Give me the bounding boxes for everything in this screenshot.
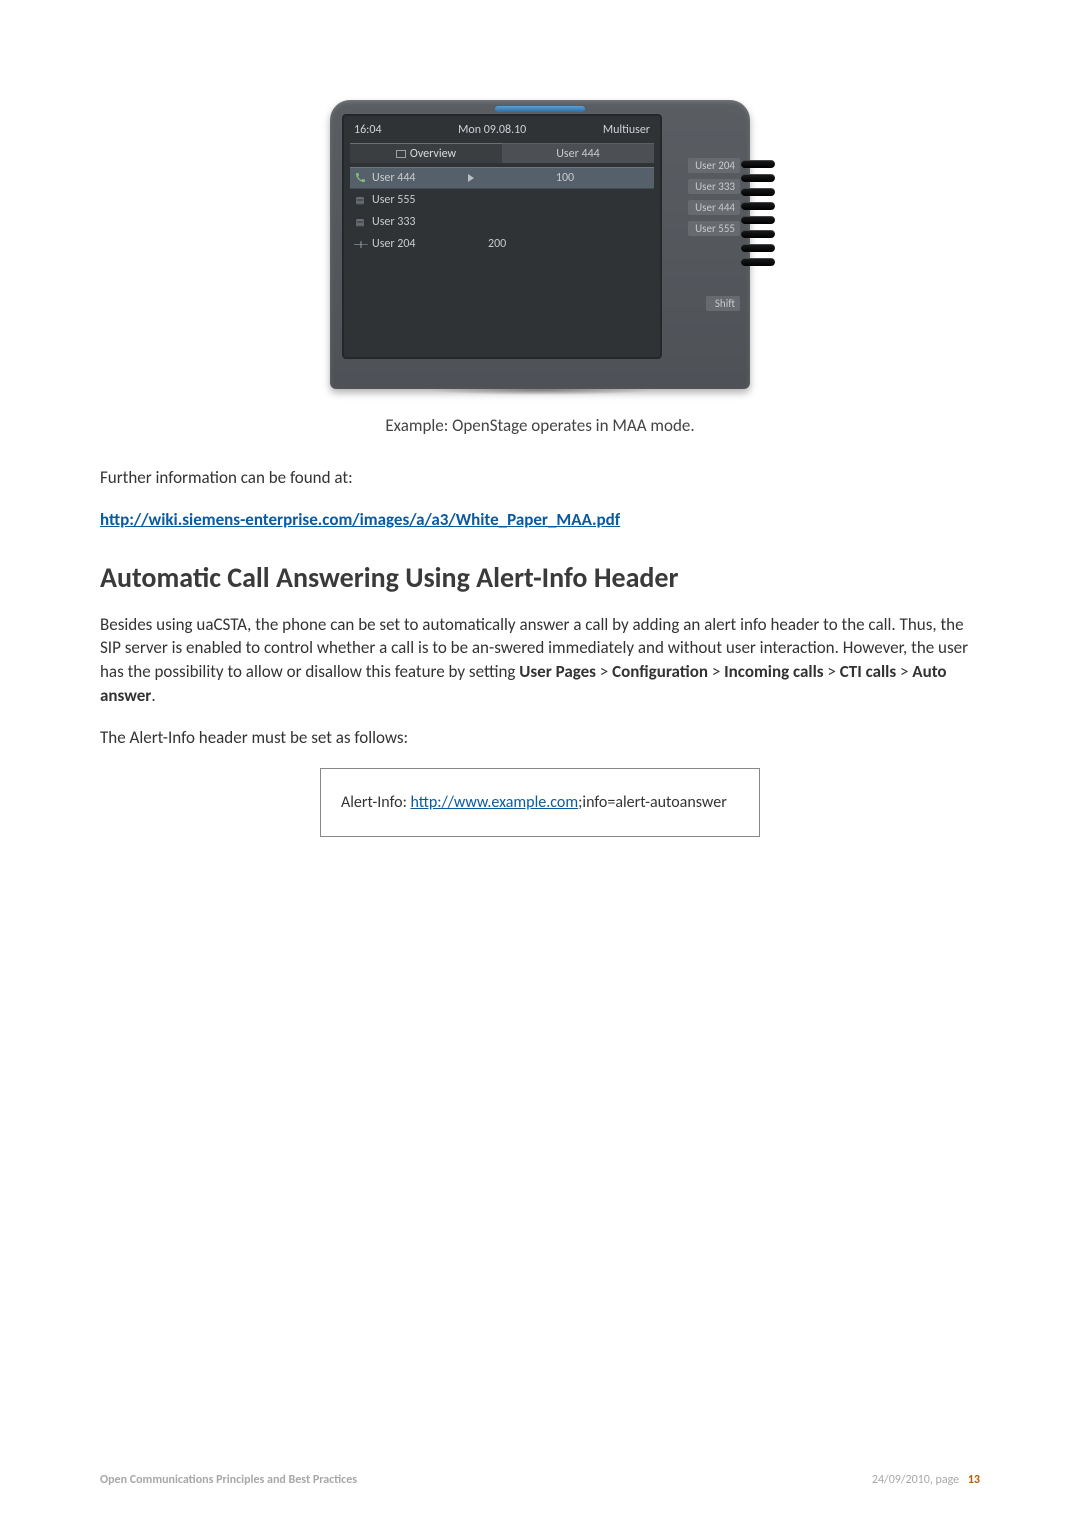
status-time: 16:04 — [354, 123, 382, 137]
status-bar: 16:04 Mon 09.08.10 Multiuser — [350, 121, 654, 143]
softkey-label: User 333 — [688, 179, 740, 194]
paragraph-header-set: The Alert-Info header must be set as fol… — [100, 726, 980, 750]
openstage-phone: 16:04 Mon 09.08.10 Multiuser Overview Us… — [330, 100, 750, 395]
list-row-user444[interactable]: User 444 100 — [350, 167, 654, 189]
alert-info-box: Alert-Info: http://www.example.com;info=… — [320, 768, 760, 837]
whitepaper-link[interactable]: http://wiki.siemens-enterprise.com/image… — [100, 509, 620, 530]
list-row-user333[interactable]: ▤ User 333 — [350, 211, 654, 233]
hardkey[interactable] — [741, 202, 775, 210]
hardkey[interactable] — [741, 244, 775, 252]
arrow-right-icon — [468, 174, 474, 182]
overview-icon — [396, 150, 406, 158]
pause-icon: ⊣⊢ — [354, 238, 366, 251]
hardkey[interactable] — [741, 160, 775, 168]
hardkey[interactable] — [741, 174, 775, 182]
footer-title: Open Communications Principles and Best … — [100, 1473, 357, 1487]
tab-user444[interactable]: User 444 — [502, 143, 654, 163]
softkey-label: User 555 — [688, 221, 740, 236]
list-row-user204[interactable]: ⊣⊢ User 204 200 — [350, 233, 654, 255]
list-icon: ▤ — [354, 217, 366, 228]
softkey-shift: Shift — [706, 296, 740, 311]
section-heading: Automatic Call Answering Using Alert-Inf… — [100, 560, 980, 595]
figure-caption: Example: OpenStage operates in MAA mode. — [100, 415, 980, 436]
hardkey[interactable] — [741, 216, 775, 224]
hardkey[interactable] — [741, 230, 775, 238]
list-row-user555[interactable]: ▤ User 555 — [350, 189, 654, 211]
footer-date: 24/09/2010, page — [872, 1473, 959, 1487]
status-mode: Multiuser — [603, 123, 650, 137]
paragraph-alert-info: Besides using uaCSTA, the phone can be s… — [100, 613, 980, 708]
handset-icon — [354, 172, 366, 184]
tab-overview[interactable]: Overview — [350, 143, 502, 163]
example-link[interactable]: http://www.example.com — [410, 793, 578, 812]
footer-page-number: 13 — [968, 1473, 980, 1487]
page-footer: Open Communications Principles and Best … — [100, 1473, 980, 1487]
softkey-label: User 444 — [688, 200, 740, 215]
hardkey[interactable] — [741, 258, 775, 266]
list-icon: ▤ — [354, 195, 366, 206]
status-date: Mon 09.08.10 — [458, 123, 526, 137]
softkey-label: User 204 — [688, 158, 740, 173]
further-info-text: Further information can be found at: — [100, 466, 980, 490]
hardkey[interactable] — [741, 188, 775, 196]
phone-screen: 16:04 Mon 09.08.10 Multiuser Overview Us… — [342, 114, 662, 359]
